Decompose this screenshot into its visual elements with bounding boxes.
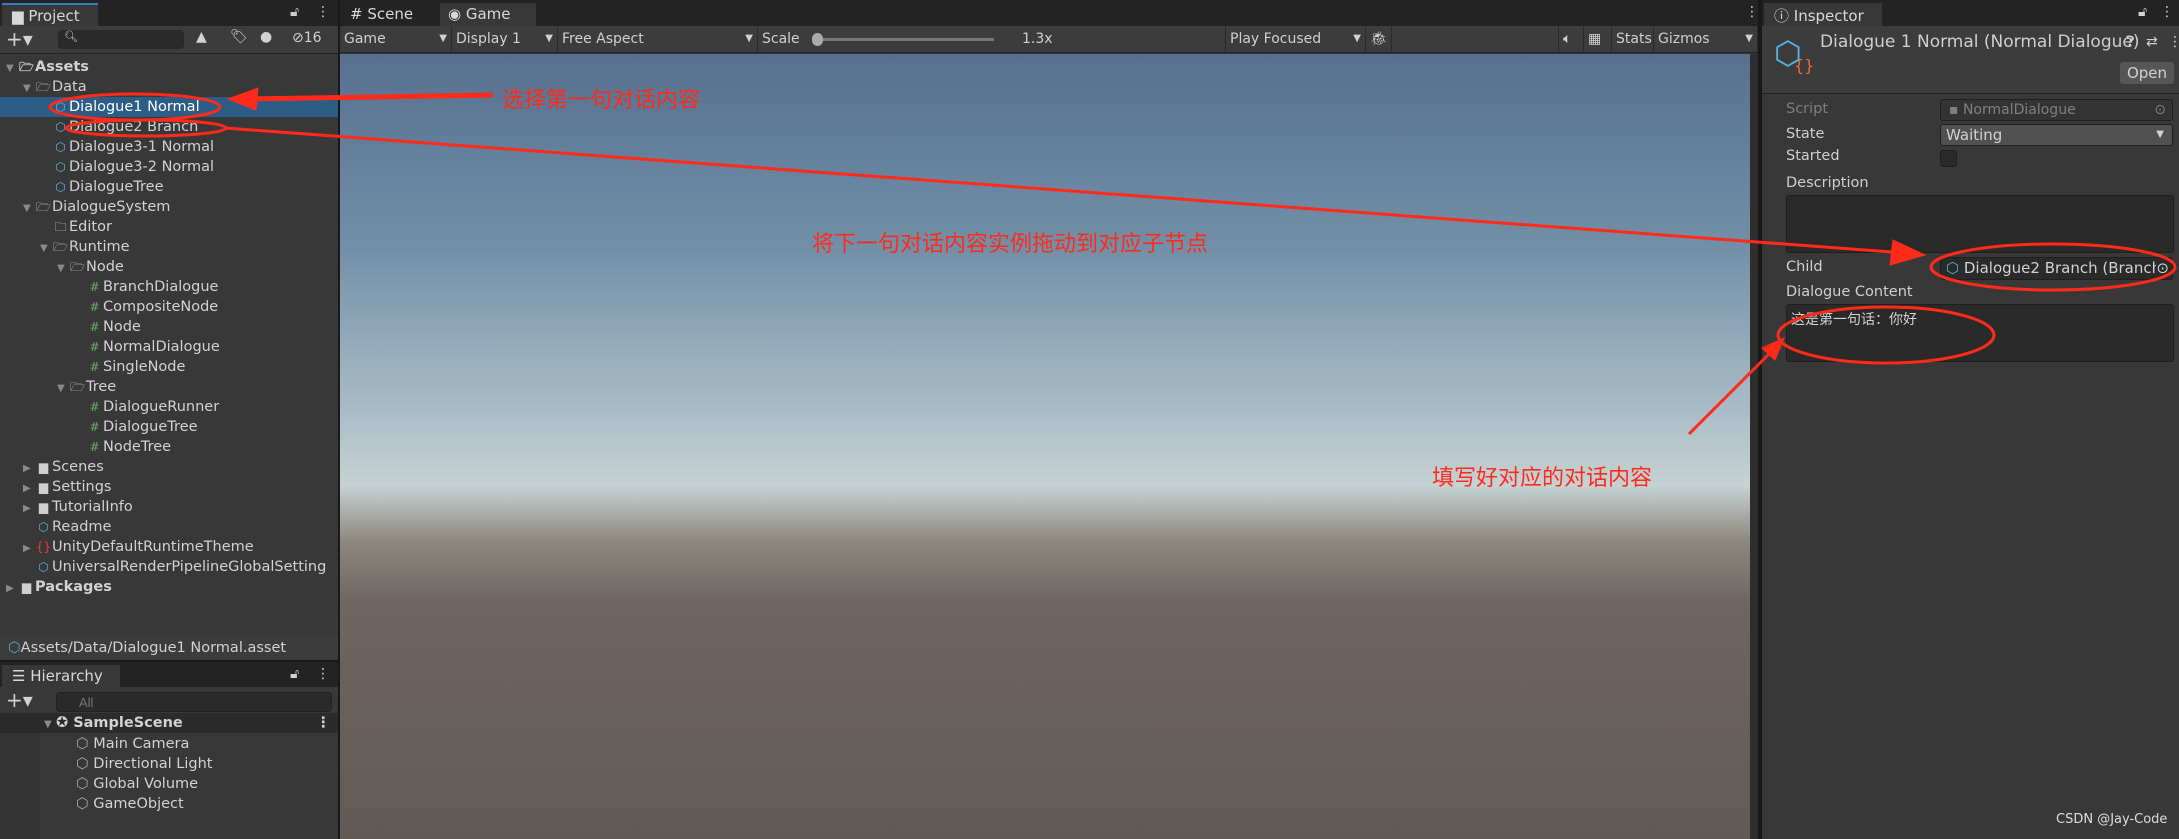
annotation-drag-child: 将下一句对话内容实例拖动到对应子节点 <box>812 232 1209 257</box>
annotation-ellipse-dialogue2 <box>64 118 228 138</box>
annotation-arrow-1 <box>249 92 494 102</box>
annotation-ellipse-child <box>1929 242 2177 292</box>
annotation-overlay <box>48 87 2177 436</box>
watermark: CSDN @Jay-Code <box>2056 812 2168 827</box>
annotation-ellipse-content <box>1776 305 1996 365</box>
annotation-select-first: 选择第一句对话内容 <box>502 88 701 113</box>
annotation-arrow-3 <box>1687 346 1777 436</box>
annotation-fill-content: 填写好对应的对话内容 <box>1432 466 1653 491</box>
annotation-ellipse-dialogue1 <box>48 92 222 122</box>
